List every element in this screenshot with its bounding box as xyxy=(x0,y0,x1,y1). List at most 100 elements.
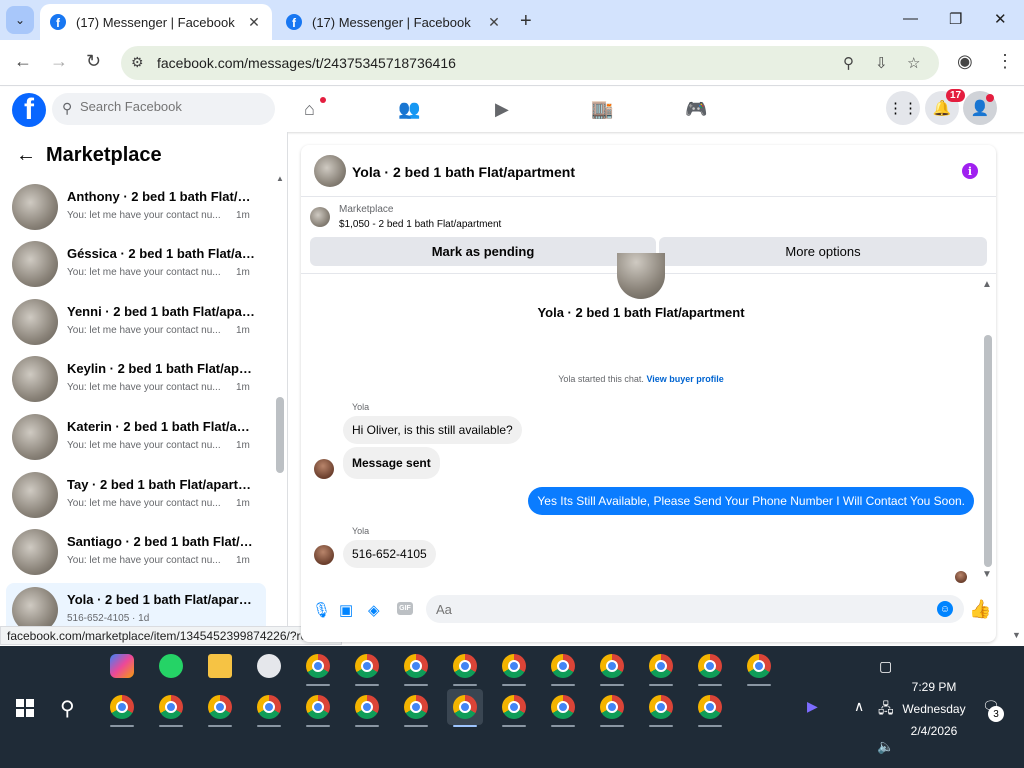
scrollbar-thumb[interactable] xyxy=(984,335,992,567)
mark-as-pending-button[interactable]: Mark as pending xyxy=(310,237,656,266)
chrome-app-icon[interactable] xyxy=(692,648,728,686)
chevron-up-icon[interactable]: ∧ xyxy=(854,698,864,715)
chrome-app-icon[interactable] xyxy=(496,689,532,727)
sticker-icon[interactable]: ◈ xyxy=(368,601,380,619)
chrome-app-icon[interactable] xyxy=(251,689,287,727)
copilot-app-icon[interactable] xyxy=(104,648,140,684)
conversation-item[interactable]: Géssica · 2 bed 1 bath Flat/apart... You… xyxy=(6,237,266,294)
address-bar[interactable]: ⚙ facebook.com/messages/t/24375345718736… xyxy=(121,46,939,80)
chrome-app-icon[interactable] xyxy=(398,648,434,686)
meet-now-icon[interactable]: ▢ xyxy=(879,658,892,675)
facebook-search[interactable]: ⚲ xyxy=(52,93,275,125)
gif-icon[interactable]: GIF xyxy=(397,602,413,615)
chrome-app-icon[interactable] xyxy=(594,648,630,686)
more-options-button[interactable]: More options xyxy=(659,237,987,266)
install-app-icon[interactable]: ⇩ xyxy=(875,54,888,72)
chrome-app-icon[interactable] xyxy=(153,689,189,727)
home-icon[interactable]: ⌂ xyxy=(304,99,315,120)
chrome-app-icon[interactable] xyxy=(349,689,385,727)
divider xyxy=(301,196,996,197)
chrome-app-icon[interactable] xyxy=(545,689,581,727)
scrollbar-thumb[interactable] xyxy=(276,397,284,473)
chrome-app-icon[interactable] xyxy=(594,689,630,727)
clock[interactable]: 7:29 PM Wednesday 2/4/2026 xyxy=(880,676,988,742)
site-info-icon[interactable]: ⚙ xyxy=(131,54,144,71)
page-scroll-down-icon[interactable]: ▼ xyxy=(1012,630,1021,640)
microphone-icon[interactable]: 🎙 xyxy=(312,601,331,619)
close-tab-icon[interactable]: ✕ xyxy=(486,14,502,31)
chrome-app-icon[interactable] xyxy=(300,689,336,727)
view-buyer-profile-link[interactable]: View buyer profile xyxy=(646,374,723,384)
menu-grid-icon[interactable]: ⋮⋮ xyxy=(886,91,920,125)
reload-icon[interactable]: ↻ xyxy=(86,51,101,72)
back-arrow-icon[interactable]: ← xyxy=(14,51,32,72)
conversation-name: Tay · 2 bed 1 bath Flat/apartment xyxy=(67,477,255,492)
status-bar-url: facebook.com/marketplace/item/1345452399… xyxy=(0,626,342,645)
back-arrow-icon[interactable]: ← xyxy=(16,144,36,166)
chrome-app-icon[interactable] xyxy=(349,648,385,686)
incoming-message: 516-652-4105 xyxy=(343,540,436,568)
search-icon[interactable]: ⚲ xyxy=(60,696,75,721)
chrome-app-icon[interactable] xyxy=(398,689,434,727)
conversation-item[interactable]: Yenni · 2 bed 1 bath Flat/apartm... You:… xyxy=(6,295,266,352)
restore-button[interactable]: ❐ xyxy=(949,10,962,28)
chat-title[interactable]: Yola · 2 bed 1 bath Flat/apartment xyxy=(352,164,575,180)
chrome-app-icon[interactable] xyxy=(545,648,581,686)
file-explorer-icon[interactable] xyxy=(202,648,238,684)
new-tab-button[interactable]: + xyxy=(520,10,532,33)
gaming-icon[interactable]: 🎮 xyxy=(685,99,707,120)
bookmark-star-icon[interactable]: ☆ xyxy=(907,54,920,72)
chrome-app-icon[interactable] xyxy=(104,689,140,727)
message-input[interactable] xyxy=(436,602,916,617)
conversation-item[interactable]: Anthony · 2 bed 1 bath Flat/apa... You: … xyxy=(6,180,266,237)
url-text[interactable]: facebook.com/messages/t/2437534571873641… xyxy=(157,55,456,71)
marketplace-icon[interactable]: 🏬 xyxy=(591,99,613,120)
chrome-app-icon[interactable] xyxy=(643,648,679,686)
chrome-app-icon[interactable] xyxy=(202,689,238,727)
close-window-button[interactable]: ✕ xyxy=(994,10,1007,28)
info-icon[interactable]: i xyxy=(962,163,978,179)
clock-date: 2/4/2026 xyxy=(910,724,958,738)
message-composer[interactable]: ☺ xyxy=(426,595,964,623)
snipping-tool-icon[interactable] xyxy=(251,648,287,684)
windows-start-icon[interactable] xyxy=(16,699,34,717)
search-input[interactable] xyxy=(80,99,270,114)
close-tab-icon[interactable]: ✕ xyxy=(246,14,262,31)
search-icon: ⚲ xyxy=(62,100,73,116)
chrome-app-icon[interactable] xyxy=(643,689,679,727)
conversation-item[interactable]: Keylin · 2 bed 1 bath Flat/apart... You:… xyxy=(6,352,266,409)
whatsapp-app-icon[interactable] xyxy=(153,648,189,684)
zoom-icon[interactable]: ⚲ xyxy=(843,54,854,72)
chrome-app-icon[interactable] xyxy=(496,648,532,686)
sender-avatar xyxy=(314,459,334,479)
scroll-down-icon[interactable]: ▼ xyxy=(982,569,992,580)
chat-avatar[interactable] xyxy=(314,155,346,187)
chrome-app-icon[interactable] xyxy=(300,648,336,686)
notification-center-icon[interactable]: 🗨 3 xyxy=(982,698,1004,722)
conversation-item[interactable]: Katerin · 2 bed 1 bath Flat/apart... You… xyxy=(6,410,266,467)
video-icon[interactable]: ▶ xyxy=(495,99,509,120)
conversation-item[interactable]: Tay · 2 bed 1 bath Flat/apartment You: l… xyxy=(6,468,266,525)
chrome-app-icon-active[interactable] xyxy=(447,689,483,727)
facebook-logo-icon[interactable]: f xyxy=(12,93,46,127)
photo-icon[interactable]: ▣ xyxy=(339,601,353,619)
listing-thumbnail[interactable] xyxy=(310,207,330,227)
video-app-icon[interactable]: ▶ xyxy=(807,698,818,715)
chrome-app-icon[interactable] xyxy=(692,689,728,727)
browser-menu-icon[interactable]: ⋮ xyxy=(996,51,1014,72)
like-thumbs-up-icon[interactable]: 👍 xyxy=(969,599,991,620)
tab-search-button[interactable]: ⌄ xyxy=(6,6,34,34)
minimize-button[interactable]: — xyxy=(903,10,918,27)
friends-icon[interactable]: 👥 xyxy=(398,99,420,120)
chrome-app-icon[interactable] xyxy=(447,648,483,686)
forward-arrow-icon[interactable]: → xyxy=(50,51,68,72)
listing-price-title[interactable]: $1,050 - 2 bed 1 bath Flat/apartment xyxy=(339,219,501,230)
scroll-up-icon[interactable]: ▲ xyxy=(982,279,992,290)
scroll-up-icon[interactable]: ▲ xyxy=(276,174,284,183)
profile-icon[interactable]: ◉ xyxy=(957,51,973,72)
conversation-item[interactable]: Santiago · 2 bed 1 bath Flat/apa... You:… xyxy=(6,525,266,582)
chrome-app-icon[interactable] xyxy=(741,648,777,686)
browser-tab-2[interactable]: f (17) Messenger | Facebook ✕ xyxy=(276,4,512,40)
emoji-icon[interactable]: ☺ xyxy=(937,601,953,617)
browser-tab-1[interactable]: f (17) Messenger | Facebook ✕ xyxy=(40,4,272,40)
